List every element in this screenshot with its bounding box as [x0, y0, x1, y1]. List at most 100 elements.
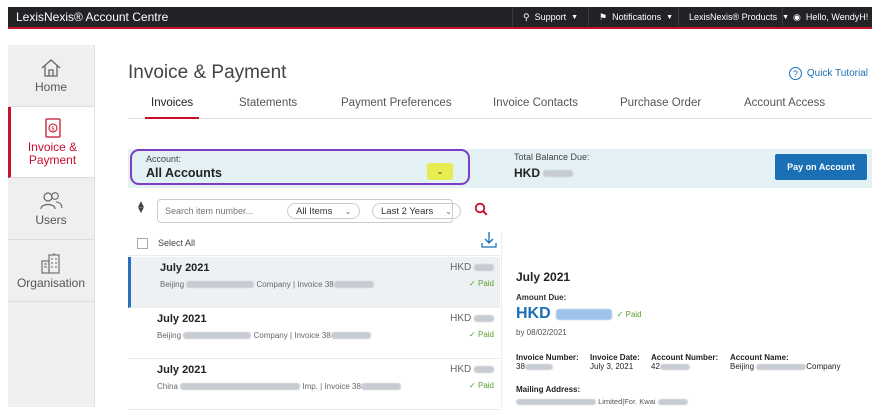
sidebar-item-label: Invoice & Payment	[27, 139, 78, 167]
invoice-number-label: Invoice Number:	[516, 353, 579, 362]
account-value: All Accounts	[146, 166, 222, 180]
support-icon: ⚲	[523, 11, 530, 22]
users-icon	[40, 191, 63, 209]
redacted-amount	[474, 365, 494, 373]
sidebar: Home $ Invoice & Payment Users Organisat…	[8, 45, 95, 407]
sidebar-item-label: Organisation	[16, 275, 86, 290]
invoice-subtitle: Beijing Company | Invoice 38	[157, 331, 371, 340]
download-icon[interactable]	[480, 230, 498, 250]
page-title: Invoice & Payment	[128, 62, 287, 83]
check-icon: ✓	[469, 381, 476, 390]
sidebar-item-invoice-payment[interactable]: $ Invoice & Payment	[8, 107, 94, 178]
notifications-label: Notifications	[612, 12, 662, 22]
account-number-field: Account Number: 42	[651, 353, 718, 371]
account-number-label: Account Number:	[651, 353, 719, 362]
select-all-row: Select All	[128, 232, 500, 256]
invoice-date-field: Invoice Date: July 3, 2021	[590, 353, 640, 371]
paid-status: ✓ Paid	[617, 310, 642, 319]
invoice-amount: HKD	[450, 313, 494, 324]
quick-tutorial-link[interactable]: ? Quick Tutorial	[788, 67, 868, 80]
redacted-text	[360, 383, 401, 391]
help-icon: ?	[788, 67, 802, 80]
redacted-text	[330, 332, 371, 340]
top-bar: LexisNexis® Account Centre ⚲ Support ▼ ⚑…	[8, 7, 872, 29]
support-label: Support	[534, 12, 567, 22]
redacted-amount	[543, 170, 574, 178]
redacted-text	[183, 332, 252, 340]
invoice-company: Company | Invoice 38	[253, 331, 331, 340]
account-label: Account:	[146, 154, 182, 164]
mailing-address-value: Limited|For. Kwai	[516, 397, 688, 406]
select-all-label: Select All	[158, 238, 196, 248]
top-nav: ⚲ Support ▼ ⚑ Notifications ▼ LexisNexis…	[512, 7, 872, 27]
invoice-date-value: July 3, 2021	[590, 362, 634, 371]
invoice-date-label: Invoice Date:	[590, 353, 640, 362]
redacted-amount	[555, 308, 612, 320]
caret-down-icon: ▼	[571, 13, 579, 21]
paid-label: Paid	[477, 381, 494, 390]
redacted-text	[516, 399, 596, 406]
invoice-currency: HKD	[450, 313, 472, 324]
account-number-value: 42	[651, 362, 660, 371]
redacted-text	[657, 399, 688, 406]
chevron-down-icon: ⌄	[445, 206, 452, 216]
account-selector[interactable]: Account: All Accounts ⌄	[130, 149, 470, 185]
invoice-city: Beijing	[160, 280, 185, 289]
invoice-currency: HKD	[450, 262, 472, 273]
sidebar-item-organisation[interactable]: Organisation	[8, 240, 94, 302]
products-menu[interactable]: LexisNexis® Products ▼	[678, 7, 789, 27]
search-icon[interactable]	[474, 202, 488, 216]
redacted-text	[756, 363, 807, 370]
hello-label: Hello, WendyH!	[805, 12, 869, 22]
home-icon	[41, 58, 61, 77]
notifications-menu[interactable]: ⚑ Notifications ▼	[588, 7, 678, 27]
paid-status: ✓ Paid	[469, 381, 494, 390]
account-dropdown-button[interactable]: ⌄	[427, 163, 453, 180]
tab-purchase-order[interactable]: Purchase Order	[620, 97, 701, 119]
sidebar-item-label: Users	[35, 212, 67, 227]
mailing-address-text: Limited|For. Kwai	[598, 397, 656, 406]
redacted-amount	[474, 314, 494, 322]
paid-status: ✓ Paid	[469, 279, 494, 288]
sidebar-item-users[interactable]: Users	[8, 178, 94, 240]
quick-tutorial-label: Quick Tutorial	[806, 68, 868, 79]
invoice-date: July 2021	[157, 364, 207, 376]
invoice-row[interactable]: July 2021 China Imp. | Invoice 38 HKD ✓ …	[128, 359, 500, 410]
invoice-date: July 2021	[157, 313, 207, 325]
tab-bar: Invoices Statements Payment Preferences …	[128, 97, 872, 119]
account-name-city: Beijing	[730, 362, 755, 371]
account-name-suffix: Company	[806, 362, 841, 371]
tab-statements[interactable]: Statements	[239, 97, 297, 119]
tab-payment-preferences[interactable]: Payment Preferences	[341, 97, 452, 119]
invoice-number-field: Invoice Number: 38	[516, 353, 579, 371]
tab-account-access[interactable]: Account Access	[744, 97, 825, 119]
total-balance-currency: HKD	[514, 166, 540, 180]
item-type-dropdown[interactable]: All Items ⌄	[287, 203, 361, 219]
redacted-amount	[474, 263, 494, 271]
invoice-subtitle: China Imp. | Invoice 38	[157, 382, 401, 391]
tab-invoice-contacts[interactable]: Invoice Contacts	[493, 97, 578, 119]
search-input[interactable]	[162, 203, 284, 219]
invoice-row[interactable]: July 2021 Beijing Company | Invoice 38 H…	[128, 257, 500, 308]
account-name-field: Account Name: Beijing Company	[730, 353, 841, 371]
sort-icon[interactable]: ▲ ▼	[136, 200, 146, 216]
invoice-company: Company | Invoice 38	[256, 280, 334, 289]
support-menu[interactable]: ⚲ Support ▼	[512, 7, 588, 27]
amount-due-label: Amount Due:	[516, 293, 567, 302]
brand-title[interactable]: LexisNexis® Account Centre	[8, 10, 512, 24]
invoice-city: Beijing	[157, 331, 182, 340]
amount-due-currency: HKD	[516, 305, 551, 322]
invoice-row[interactable]: July 2021 Beijing Company | Invoice 38 H…	[128, 308, 500, 359]
pay-on-account-button[interactable]: Pay on Account	[775, 154, 867, 180]
sidebar-item-home[interactable]: Home	[8, 45, 94, 107]
tab-invoices[interactable]: Invoices	[145, 97, 200, 119]
check-icon: ✓	[469, 279, 476, 288]
invoice-subtitle: Beijing Company | Invoice 38	[160, 280, 374, 289]
filter-bar: All Items ⌄ Last 2 Years ⌄	[157, 199, 461, 223]
invoice-city: China	[157, 382, 178, 391]
select-all-checkbox[interactable]	[137, 238, 148, 249]
user-menu[interactable]: ◉ Hello, WendyH! ▼	[782, 7, 872, 27]
period-dropdown[interactable]: Last 2 Years ⌄	[372, 203, 461, 219]
paid-label: Paid	[477, 330, 494, 339]
total-balance-value: HKD	[514, 166, 574, 180]
